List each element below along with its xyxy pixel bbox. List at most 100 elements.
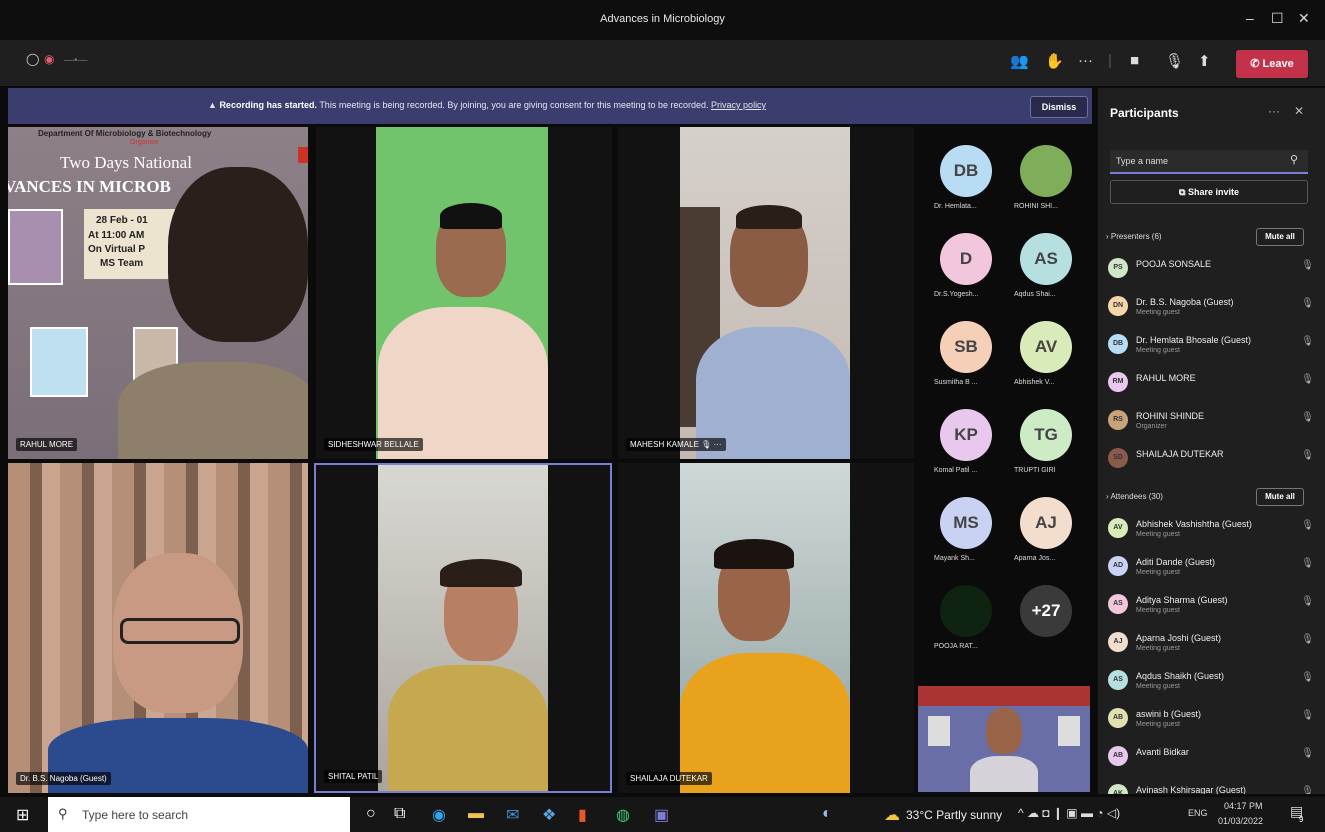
gallery-avatar[interactable]: SB	[940, 321, 992, 373]
windows-start-icon[interactable]: ⊞	[16, 805, 29, 825]
mic-muted-icon[interactable]: 🎙	[1301, 412, 1314, 423]
tray-icons[interactable]: ^ ☁ ◘ ❙ ▣ ▬ ◔ ◁)	[1018, 806, 1120, 820]
search-placeholder: Type a name	[1116, 156, 1169, 166]
gallery-avatar[interactable]: DB	[940, 145, 992, 197]
clock-time[interactable]: 04:17 PM	[1224, 801, 1263, 811]
mic-muted-icon[interactable]: 🎙	[1301, 260, 1314, 271]
clock-date[interactable]: 01/03/2022	[1218, 816, 1263, 826]
whatsapp-icon[interactable]: ◍	[616, 805, 630, 825]
participant-row[interactable]: AK Avinash Kshirsagar (Guest) 🎙	[1108, 778, 1318, 794]
gallery-avatar[interactable]: AJ	[1020, 497, 1072, 549]
mic-muted-icon[interactable]: 🎙	[1301, 558, 1314, 569]
attendees-section-label[interactable]: › Attendees (30)	[1106, 492, 1163, 501]
gallery-avatar[interactable]: AS	[1020, 233, 1072, 285]
dismiss-button[interactable]: Dismiss	[1030, 96, 1088, 118]
task-view-icon[interactable]: ⧉	[394, 805, 405, 823]
participant-row[interactable]: AS Aditya Sharma (Guest) Meeting guest 🎙	[1108, 588, 1318, 626]
gallery-avatar[interactable]: +27	[1020, 585, 1072, 637]
gallery-avatar[interactable]: D	[940, 233, 992, 285]
minimize-icon[interactable]: –	[1246, 10, 1254, 26]
gallery-avatar[interactable]	[940, 585, 992, 637]
mic-muted-icon[interactable]: 🎙	[1301, 672, 1314, 683]
participant-avatar: RM	[1108, 372, 1128, 392]
camera-icon[interactable]: ■	[1130, 52, 1139, 69]
video-tile-shailaja[interactable]: SHAILAJA DUTEKAR	[618, 463, 914, 793]
recording-banner: ▲ Recording has started. This meeting is…	[8, 88, 1092, 124]
participants-icon[interactable]: 👥	[1010, 52, 1029, 70]
participant-role: Meeting guest	[1136, 645, 1180, 652]
gallery-avatar[interactable]: MS	[940, 497, 992, 549]
participant-role: Meeting guest	[1136, 569, 1180, 576]
presenters-section-label[interactable]: › Presenters (6)	[1106, 232, 1162, 241]
mic-muted-icon[interactable]: 🎙	[1301, 450, 1314, 461]
mute-all-attendees-button[interactable]: Mute all	[1256, 488, 1304, 506]
mic-muted-icon[interactable]: 🎙	[1301, 748, 1314, 759]
participant-row[interactable]: AB Avanti Bidkar 🎙	[1108, 740, 1318, 778]
mic-muted-icon[interactable]: 🎙	[1301, 710, 1314, 721]
participant-row[interactable]: RM RAHUL MORE 🎙	[1108, 366, 1318, 404]
share-invite-button[interactable]: ⧉ Share invite	[1110, 180, 1308, 204]
language-indicator[interactable]: ENG	[1188, 808, 1208, 818]
search-icon: ⚲	[1290, 154, 1299, 166]
gallery-avatar-name: ROHINI SHI...	[1014, 203, 1058, 210]
participant-row[interactable]: DN Dr. B.S. Nagoba (Guest) Meeting guest 🎙	[1108, 290, 1318, 328]
participant-name: Avinash Kshirsagar (Guest)	[1136, 785, 1246, 794]
gallery-avatar[interactable]: TG	[1020, 409, 1072, 461]
file-explorer-icon[interactable]: ▬	[468, 805, 484, 823]
participant-row[interactable]: AJ Aparna Joshi (Guest) Meeting guest 🎙	[1108, 626, 1318, 664]
panel-more-icon[interactable]: ···	[1268, 104, 1280, 118]
mic-muted-icon[interactable]: 🎙	[1301, 336, 1314, 347]
participant-row[interactable]: SD SHAILAJA DUTEKAR 🎙	[1108, 442, 1318, 480]
weather-text[interactable]: 33°C Partly sunny	[906, 808, 1002, 822]
participant-row[interactable]: AS Aqdus Shaikh (Guest) Meeting guest 🎙	[1108, 664, 1318, 702]
participant-name: Dr. Hemlata Bhosale (Guest)	[1136, 335, 1252, 345]
cortana-icon[interactable]: ○	[366, 805, 376, 823]
mic-muted-icon[interactable]: 🎙	[1301, 374, 1314, 385]
video-tile-nagoba[interactable]: Dr. B.S. Nagoba (Guest)	[8, 463, 308, 793]
participant-row[interactable]: AB aswini b (Guest) Meeting guest 🎙	[1108, 702, 1318, 740]
participant-search-input[interactable]: Type a name ⚲	[1110, 150, 1308, 174]
mic-off-icon[interactable]: 🎙	[1165, 52, 1184, 70]
participant-avatar: DN	[1108, 296, 1128, 316]
edge-icon[interactable]: ◉	[432, 805, 446, 825]
mic-muted-icon[interactable]: 🎙	[1301, 298, 1314, 309]
office-icon[interactable]: ▮	[578, 805, 587, 825]
teams-icon[interactable]: ▣	[654, 805, 669, 825]
video-tile-shital[interactable]: SHITAL PATIL	[314, 463, 612, 793]
gallery-avatar[interactable]	[1020, 145, 1072, 197]
mic-muted-icon[interactable]: 🎙	[1301, 634, 1314, 645]
privacy-policy-link[interactable]: Privacy policy	[711, 100, 766, 110]
taskbar-search-box[interactable]: ⚲ Type here to search	[48, 797, 350, 832]
banner-message: ▲ Recording has started. This meeting is…	[208, 100, 766, 110]
participant-row[interactable]: RS ROHINI SHINDE Organizer 🎙	[1108, 404, 1318, 442]
participant-row[interactable]: DB Dr. Hemlata Bhosale (Guest) Meeting gue…	[1108, 328, 1318, 366]
more-actions-icon[interactable]: ···	[1078, 52, 1093, 69]
video-tile-mahesh[interactable]: MAHESH KAMALE 🎙 ···	[618, 127, 914, 459]
close-icon[interactable]: ✕	[1298, 10, 1310, 27]
mic-muted-icon[interactable]: 🎙	[1301, 520, 1314, 531]
meeting-toolbar: ◯ ◉ —•— 👥 ✋ ··· | ■ 🎙 ⬆ ✆ Leave	[0, 40, 1325, 86]
video-tile-rahul[interactable]: Department Of Microbiology & Biotechnolo…	[8, 127, 308, 459]
gallery-avatar[interactable]: KP	[940, 409, 992, 461]
window-title: Advances in Microbiology	[600, 13, 725, 25]
participant-hair	[736, 205, 802, 229]
maximize-icon[interactable]: ☐	[1271, 10, 1284, 27]
self-view-tile[interactable]	[918, 686, 1090, 792]
leave-button[interactable]: ✆ Leave	[1236, 50, 1308, 78]
participant-row[interactable]: AD Aditi Dande (Guest) Meeting guest 🎙	[1108, 550, 1318, 588]
share-screen-icon[interactable]: ⬆	[1198, 52, 1211, 70]
dropbox-icon[interactable]: ❖	[542, 805, 556, 825]
mic-muted-icon[interactable]: 🎙	[1301, 596, 1314, 607]
panel-close-icon[interactable]: ✕	[1294, 104, 1304, 118]
mail-icon[interactable]: ✉	[506, 805, 519, 825]
video-tile-sidheshwar[interactable]: SIDHESHWAR BELLALE	[316, 127, 612, 459]
mute-all-presenters-button[interactable]: Mute all	[1256, 228, 1304, 246]
gallery-avatar-name: Dr. Hemlata...	[934, 203, 977, 210]
raise-hand-icon[interactable]: ✋	[1045, 52, 1064, 70]
help-icon[interactable]: ◐	[822, 805, 832, 823]
mic-muted-icon[interactable]: 🎙	[1301, 786, 1314, 794]
participant-row[interactable]: PS POOJA SONSALE 🎙	[1108, 252, 1318, 290]
participant-avatar: PS	[1108, 258, 1128, 278]
gallery-avatar[interactable]: AV	[1020, 321, 1072, 373]
participant-row[interactable]: AV Abhishek Vashishtha (Guest) Meeting gue…	[1108, 512, 1318, 550]
